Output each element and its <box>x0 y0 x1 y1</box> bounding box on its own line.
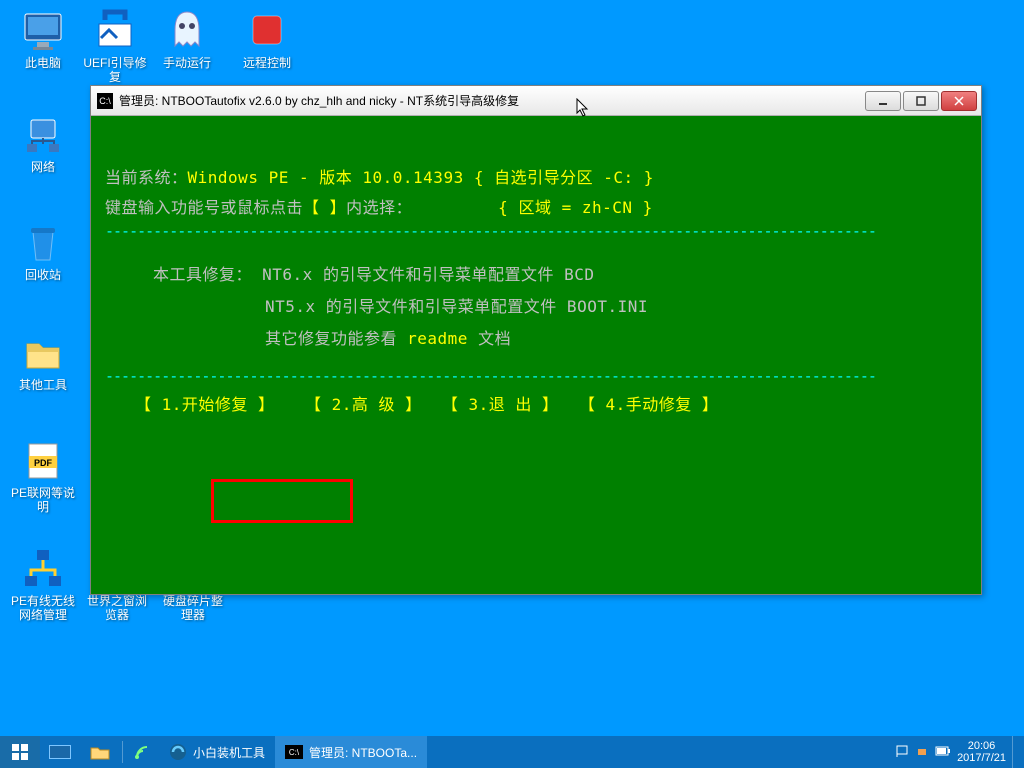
net-manage-icon <box>19 544 67 592</box>
menu-start-repair[interactable]: 【 1.开始修复 】 <box>135 395 275 414</box>
svg-text:PDF: PDF <box>34 458 53 468</box>
taskview-button[interactable] <box>40 736 80 768</box>
taskbar-app-label: 管理员: NTBOOTa... <box>309 744 417 761</box>
show-desktop-button[interactable] <box>1012 736 1018 768</box>
start-button[interactable] <box>0 736 40 768</box>
tray-clock[interactable]: 20:06 2017/7/21 <box>957 740 1006 764</box>
divider: ----------------------------------------… <box>105 220 967 243</box>
readme-suffix: 文档 <box>468 329 511 348</box>
file-explorer-button[interactable] <box>80 736 120 768</box>
taskbar: 小白装机工具 C:\ 管理员: NTBOOTa... 20:06 2017/7/… <box>0 736 1024 768</box>
tool-fix-nt5: NT5.x 的引导文件和引导菜单配置文件 BOOT.INI <box>265 297 648 316</box>
region-brace-open: { 区域 = <box>498 198 582 217</box>
desktop-icon-ghost[interactable]: 手动运行 <box>152 6 222 70</box>
tool-fix-nt6: NT6.x 的引导文件和引导菜单配置文件 BCD <box>262 265 594 284</box>
desktop-icon-this-pc[interactable]: 此电脑 <box>8 6 78 70</box>
cmd-small-icon: C:\ <box>285 745 303 759</box>
separator <box>122 741 123 763</box>
clock-date: 2017/7/21 <box>957 752 1006 764</box>
pdf-icon: PDF <box>19 436 67 484</box>
boot-partition-brace[interactable]: { 自选引导分区 -C: } <box>474 168 654 187</box>
readme-prefix: 其它修复功能参看 <box>265 329 407 348</box>
tray-flag-icon[interactable] <box>895 744 909 761</box>
wifi-tray-icon[interactable] <box>125 736 159 768</box>
desktop-icon-other[interactable]: 其他工具 <box>8 328 78 392</box>
desktop-icon-recycle[interactable]: 回收站 <box>8 218 78 282</box>
window-titlebar[interactable]: C:\ 管理员: NTBOOTautofix v2.6.0 by chz_hlh… <box>91 86 981 116</box>
taskbar-app-ntboot[interactable]: C:\ 管理员: NTBOOTa... <box>275 736 427 768</box>
monitor-icon <box>19 6 67 54</box>
cmd-icon: C:\ <box>97 93 113 109</box>
tray-battery-icon[interactable] <box>935 745 951 760</box>
region-value[interactable]: zh-CN <box>582 198 633 217</box>
current-system-value: Windows PE - 版本 10.0.14393 <box>188 168 474 187</box>
ghost-icon <box>163 6 211 54</box>
console-body: 当前系统：Windows PE - 版本 10.0.14393 { 自选引导分区… <box>91 116 981 431</box>
clock-time: 20:06 <box>957 740 1006 752</box>
desktop-icon-remote[interactable]: 远程控制 <box>232 6 302 70</box>
uefi-icon <box>91 6 139 54</box>
highlight-box <box>211 479 353 523</box>
desktop-icon-pdf[interactable]: PDF PE联网等说明 <box>8 436 78 515</box>
menu-exit[interactable]: 【 3.退 出 】 <box>442 395 559 414</box>
desktop-icon-uefi[interactable]: UEFI引导修复 <box>80 6 150 85</box>
menu-advanced[interactable]: 【 2.高 级 】 <box>305 395 422 414</box>
recycle-bin-icon <box>19 218 67 266</box>
readme-link[interactable]: readme <box>407 329 468 348</box>
close-button[interactable] <box>941 91 977 111</box>
menu-manual-repair[interactable]: 【 4.手动修复 】 <box>579 395 719 414</box>
network-icon <box>19 110 67 158</box>
current-system-label: 当前系统： <box>105 168 188 187</box>
instruction-prefix: 键盘输入功能号或鼠标点击 <box>105 198 303 217</box>
minimize-button[interactable] <box>865 91 901 111</box>
tray-wifi-icon[interactable] <box>915 744 929 761</box>
maximize-button[interactable] <box>903 91 939 111</box>
window-title: 管理员: NTBOOTautofix v2.6.0 by chz_hlh and… <box>119 92 865 109</box>
divider: ----------------------------------------… <box>105 365 967 388</box>
installer-icon <box>169 743 187 761</box>
ntbootautofix-window: C:\ 管理员: NTBOOTautofix v2.6.0 by chz_hlh… <box>90 85 982 595</box>
desktop-icon-network[interactable]: 网络 <box>8 110 78 174</box>
tool-fix-label: 本工具修复： <box>153 265 262 284</box>
taskbar-app-label: 小白装机工具 <box>193 744 265 761</box>
bracket-icon: 【 】 <box>303 198 346 217</box>
instruction-suffix: 内选择： <box>346 198 412 217</box>
remote-icon <box>243 6 291 54</box>
taskbar-app-installer[interactable]: 小白装机工具 <box>159 736 275 768</box>
desktop-icon-netmgr[interactable]: PE有线无线网络管理 <box>8 544 78 623</box>
region-brace-close: } <box>633 198 653 217</box>
folder-icon <box>19 328 67 376</box>
